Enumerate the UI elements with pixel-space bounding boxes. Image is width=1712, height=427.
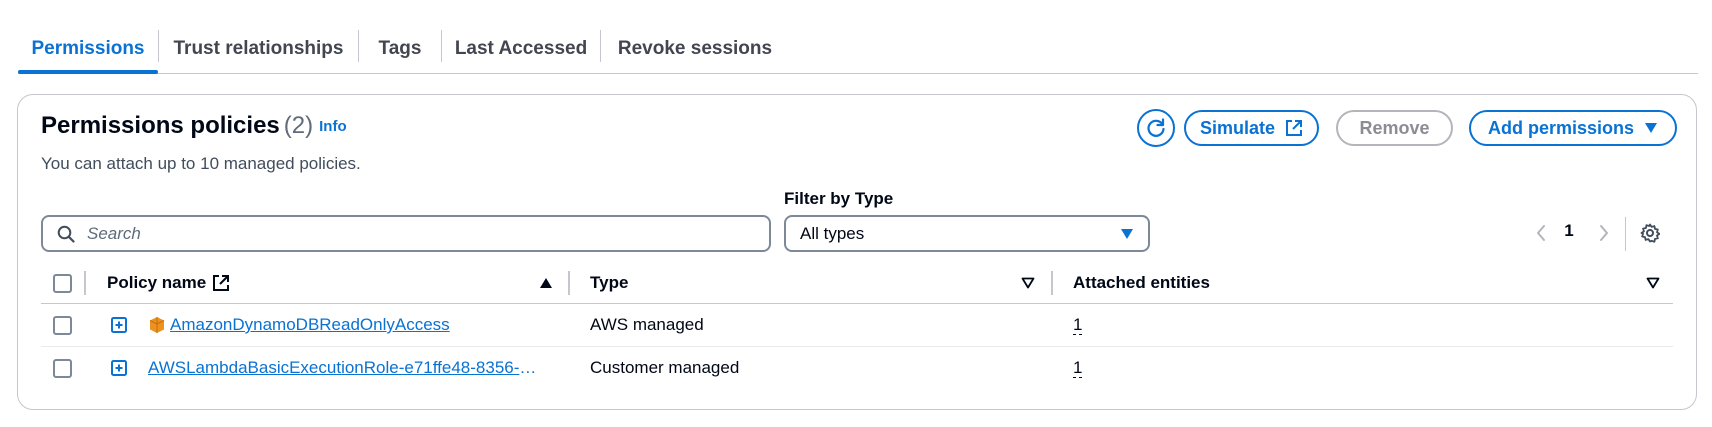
panel-title-text: Permissions policies — [41, 112, 280, 139]
panel-title: Permissions policies (2) Info — [41, 112, 347, 140]
filter-type-label: Filter by Type — [784, 189, 894, 208]
type-header[interactable]: Type — [590, 263, 628, 303]
tab-trust-relationships[interactable]: Trust relationships — [159, 26, 358, 72]
attached-entities-count[interactable]: 1 — [1073, 358, 1083, 378]
row-select-cell — [53, 304, 72, 346]
policy-type: Customer managed — [590, 358, 740, 377]
refresh-button[interactable] — [1137, 109, 1175, 147]
gear-icon[interactable] — [1640, 223, 1660, 243]
refresh-icon — [1145, 117, 1167, 139]
row-checkbox[interactable] — [53, 358, 72, 378]
policy-name-cell: AmazonDynamoDBReadOnlyAccess — [148, 304, 450, 346]
tab-bar: Permissions Trust relationships Tags Las… — [18, 26, 1698, 74]
add-permissions-label: Add permissions — [1487, 117, 1635, 138]
type-filter-select[interactable]: All types — [784, 215, 1150, 252]
tab-last-accessed[interactable]: Last Accessed — [442, 26, 600, 72]
simulate-button[interactable]: Simulate — [1184, 110, 1319, 146]
type-filter-value: All types — [800, 223, 865, 243]
current-page[interactable]: 1 — [1561, 221, 1577, 241]
select-all-checkbox[interactable] — [53, 273, 72, 293]
remove-button[interactable]: Remove — [1336, 110, 1453, 146]
table-row: AmazonDynamoDBReadOnlyAccess AWS managed… — [41, 304, 1673, 347]
search-icon — [57, 225, 75, 243]
permissions-policies-panel: Permissions policies (2) Info You can atta… — [17, 94, 1697, 410]
info-link[interactable]: Info — [319, 118, 347, 135]
policy-name-header[interactable]: Policy name — [107, 263, 230, 303]
column-divider — [84, 271, 86, 295]
panel-subtitle: You can attach up to 10 managed policies… — [41, 154, 361, 173]
table-header: Policy name Type Attached entities — [41, 263, 1673, 304]
select-all-cell — [53, 263, 72, 303]
sort-ascending-icon[interactable] — [539, 263, 553, 303]
row-checkbox[interactable] — [53, 315, 72, 335]
search-box[interactable] — [41, 215, 771, 252]
policy-count: (2) — [283, 112, 314, 139]
simulate-label: Simulate — [1199, 117, 1276, 138]
previous-page-icon[interactable] — [1535, 223, 1547, 243]
expand-icon[interactable] — [111, 347, 127, 389]
external-link-icon — [1285, 119, 1303, 137]
policy-type: AWS managed — [590, 315, 704, 334]
policy-name-cell: AWSLambdaBasicExecutionRole-e71ffe48-835… — [148, 347, 540, 389]
pager-divider — [1625, 217, 1626, 251]
column-divider — [1051, 271, 1053, 295]
tab-permissions[interactable]: Permissions — [18, 26, 158, 74]
caret-down-icon — [1120, 228, 1134, 240]
tab-tags[interactable]: Tags — [359, 26, 441, 72]
table-row: AWSLambdaBasicExecutionRole-e71ffe48-835… — [41, 347, 1673, 389]
policies-table: Policy name Type Attached entities Amazo… — [41, 263, 1673, 389]
attached-entities-cell: 1 — [1073, 304, 1083, 346]
search-input[interactable] — [85, 222, 729, 245]
expand-icon[interactable] — [111, 304, 127, 346]
tab-revoke-sessions[interactable]: Revoke sessions — [601, 26, 789, 72]
sort-icon[interactable] — [1646, 263, 1660, 303]
external-link-icon — [212, 274, 230, 292]
add-permissions-button[interactable]: Add permissions — [1469, 110, 1677, 146]
attached-entities-header[interactable]: Attached entities — [1073, 263, 1210, 303]
sort-icon[interactable] — [1021, 263, 1035, 303]
attached-entities-cell: 1 — [1073, 347, 1083, 389]
aws-managed-icon — [148, 316, 166, 334]
next-page-icon[interactable] — [1598, 223, 1610, 243]
policy-name-link[interactable]: AmazonDynamoDBReadOnlyAccess — [170, 315, 450, 335]
row-select-cell — [53, 347, 72, 389]
caret-down-icon — [1644, 122, 1658, 134]
policy-name-header-label: Policy name — [107, 273, 207, 292]
attached-entities-count[interactable]: 1 — [1073, 315, 1083, 335]
column-divider — [568, 271, 570, 295]
policy-name-link[interactable]: AWSLambdaBasicExecutionRole-e71ffe48-835… — [148, 358, 540, 378]
